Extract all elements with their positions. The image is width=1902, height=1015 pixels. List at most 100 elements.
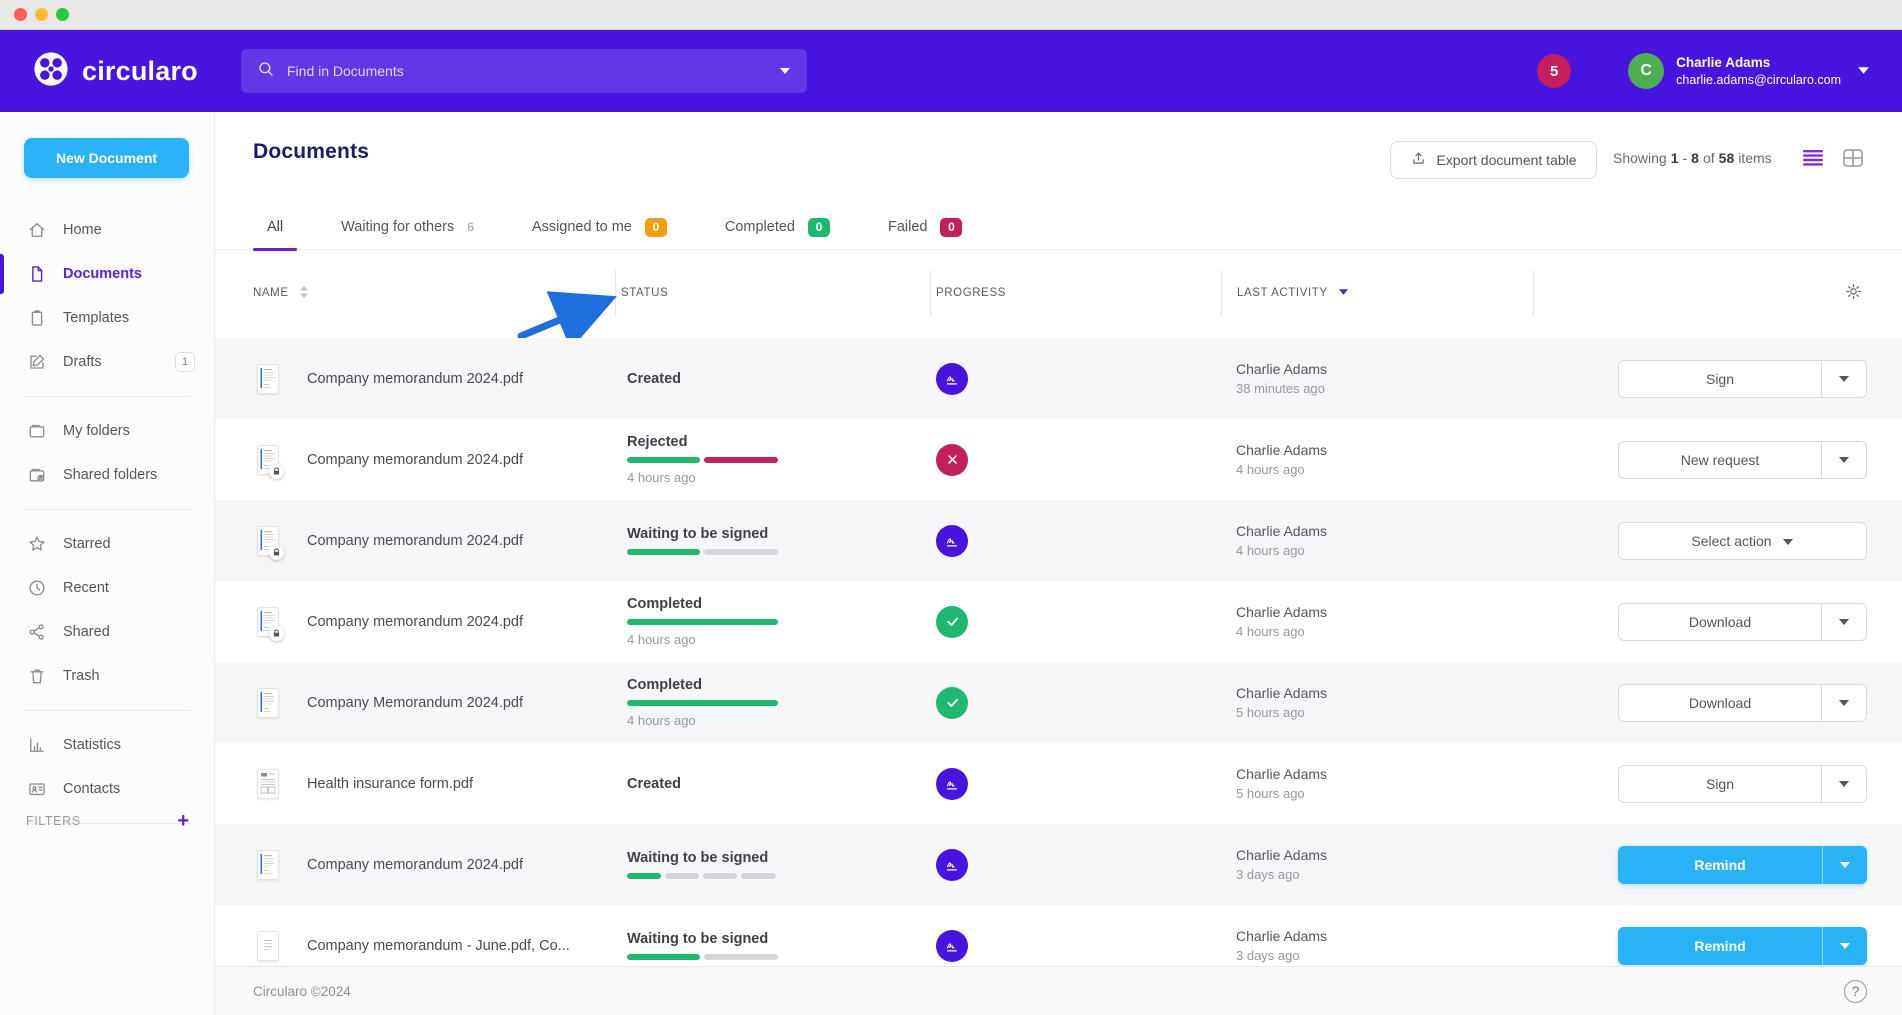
sort-icon[interactable]	[299, 285, 309, 302]
sidebar-item-recent[interactable]: Recent	[0, 566, 215, 610]
sidebar-item-templates[interactable]: Templates	[0, 296, 215, 340]
table-row[interactable]: Company memorandum 2024.pdfRejected4 hou…	[215, 419, 1902, 500]
action-dropdown-caret[interactable]	[1821, 361, 1866, 397]
status-cell: Completed4 hours ago	[615, 596, 930, 647]
circularo-logo-icon	[32, 50, 70, 93]
table-row[interactable]: Company memorandum 2024.pdf Waiting to be…	[215, 500, 1902, 581]
document-name[interactable]: Company memorandum 2024.pdf	[307, 857, 523, 873]
remind-button[interactable]: Remind	[1618, 927, 1867, 965]
action-button-label[interactable]: New request	[1619, 442, 1821, 478]
progress-cell	[930, 687, 1221, 719]
activity-user: Charlie Adams	[1236, 523, 1533, 539]
action-dropdown-caret[interactable]	[1821, 442, 1866, 478]
status-cell: Created	[615, 371, 930, 387]
export-icon	[1410, 150, 1427, 170]
progress-bar	[627, 700, 778, 706]
sidebar-item-contacts[interactable]: Contacts	[0, 767, 215, 811]
copyright-text: Circularo ©2024	[253, 984, 351, 999]
sidebar-item-label: Home	[63, 222, 102, 238]
sidebar-item-trash[interactable]: Trash	[0, 654, 215, 698]
search-dropdown-caret-icon[interactable]	[779, 62, 791, 80]
page-footer: Circularo ©2024 ?	[215, 966, 1902, 1015]
action-button-label[interactable]: Sign	[1619, 766, 1821, 802]
share-icon	[27, 622, 47, 642]
sidebar-item-my-folders[interactable]: My folders	[0, 409, 215, 453]
table-row[interactable]: Health insurance form.pdfCreatedCharlie …	[215, 743, 1902, 824]
document-name[interactable]: Company memorandum 2024.pdf	[307, 371, 523, 387]
download-button[interactable]: Download	[1618, 684, 1867, 722]
tab-assigned-to-me[interactable]: Assigned to me0	[518, 205, 681, 250]
action-button-label[interactable]: Remind	[1618, 846, 1822, 884]
status-label: Waiting to be signed	[627, 526, 930, 542]
brand-logo[interactable]: circularo	[32, 30, 198, 112]
search-bar[interactable]	[241, 49, 807, 93]
add-filter-button[interactable]: +	[177, 811, 189, 831]
action-button-label[interactable]: Download	[1619, 604, 1821, 640]
export-document-table-button[interactable]: Export document table	[1390, 141, 1597, 179]
select-action-button[interactable]: Select action	[1618, 522, 1867, 560]
document-name-cell: Company memorandum 2024.pdf	[215, 526, 615, 556]
column-header-name[interactable]: NAME	[215, 270, 615, 316]
close-window-button[interactable]	[14, 8, 27, 21]
list-view-icon[interactable]	[1803, 148, 1823, 168]
user-menu-caret-icon[interactable]	[1857, 62, 1870, 80]
action-dropdown-caret[interactable]	[1821, 685, 1866, 721]
new-document-button[interactable]: New Document	[24, 138, 189, 178]
action-button-label[interactable]: Sign	[1619, 361, 1821, 397]
action-dropdown-caret[interactable]	[1821, 766, 1866, 802]
column-header-status[interactable]: STATUS	[615, 270, 930, 316]
sidebar-item-home[interactable]: Home	[0, 208, 215, 252]
status-label: Rejected	[627, 434, 930, 450]
action-dropdown-caret[interactable]	[1821, 604, 1866, 640]
sign-status-icon	[936, 363, 968, 395]
action-button-label[interactable]: Select action	[1619, 523, 1866, 559]
document-name[interactable]: Company memorandum 2024.pdf	[307, 452, 523, 468]
document-name[interactable]: Company memorandum 2024.pdf	[307, 614, 523, 630]
minimize-window-button[interactable]	[35, 8, 48, 21]
table-settings-gear-icon[interactable]	[1844, 282, 1863, 304]
column-header-progress[interactable]: PROGRESS	[930, 270, 1221, 316]
table-row[interactable]: Company memorandum 2024.pdf Completed4 ho…	[215, 581, 1902, 662]
sidebar-item-shared-folders[interactable]: Shared folders	[0, 453, 215, 497]
column-header-last-activity[interactable]: LAST ACTIVITY	[1221, 270, 1533, 316]
document-thumbnail-icon	[257, 526, 279, 556]
tab-failed[interactable]: Failed0	[874, 205, 977, 250]
status-cell: Waiting to be signed	[615, 850, 930, 879]
progress-segment	[627, 954, 700, 960]
tab-completed[interactable]: Completed0	[711, 205, 844, 250]
table-row[interactable]: Company memorandum 2024.pdf Waiting to be…	[215, 824, 1902, 905]
search-input[interactable]	[287, 63, 767, 79]
maximize-window-button[interactable]	[56, 8, 69, 21]
download-button[interactable]: Download	[1618, 603, 1867, 641]
user-avatar[interactable]: C	[1628, 53, 1664, 89]
sign-button[interactable]: Sign	[1618, 360, 1867, 398]
grid-view-icon[interactable]	[1843, 148, 1863, 168]
table-row[interactable]: Company Memorandum 2024.pdfCompleted4 ho…	[215, 662, 1902, 743]
sidebar-item-drafts[interactable]: Drafts1	[0, 340, 215, 384]
document-name[interactable]: Company memorandum 2024.pdf	[307, 533, 523, 549]
tab-waiting-for-others[interactable]: Waiting for others6	[327, 205, 488, 250]
action-dropdown-caret[interactable]	[1822, 927, 1867, 965]
help-button[interactable]: ?	[1844, 980, 1867, 1003]
document-name[interactable]: Health insurance form.pdf	[307, 776, 473, 792]
sidebar-item-shared[interactable]: Shared	[0, 610, 215, 654]
chart-icon	[27, 735, 47, 755]
sidebar-item-statistics[interactable]: Statistics	[0, 723, 215, 767]
notification-badge[interactable]: 5	[1537, 54, 1571, 88]
remind-button[interactable]: Remind	[1618, 846, 1867, 884]
document-name[interactable]: Company memorandum - June.pdf, Co...	[307, 938, 570, 954]
lock-icon	[269, 626, 284, 641]
action-button-label[interactable]: Download	[1619, 685, 1821, 721]
document-name[interactable]: Company Memorandum 2024.pdf	[307, 695, 523, 711]
template-icon	[27, 308, 47, 328]
sidebar-item-starred[interactable]: Starred	[0, 522, 215, 566]
sidebar-item-documents[interactable]: Documents	[0, 252, 215, 296]
tab-all[interactable]: All	[253, 205, 297, 250]
action-button-label[interactable]: Remind	[1618, 927, 1822, 965]
table-row[interactable]: Company memorandum 2024.pdfCreatedCharli…	[215, 338, 1902, 419]
action-dropdown-caret[interactable]	[1822, 846, 1867, 884]
user-info[interactable]: Charlie Adams charlie.adams@circularo.co…	[1676, 54, 1841, 88]
progress-cell	[930, 444, 1221, 476]
new-request-button[interactable]: New request	[1618, 441, 1867, 479]
sign-button[interactable]: Sign	[1618, 765, 1867, 803]
